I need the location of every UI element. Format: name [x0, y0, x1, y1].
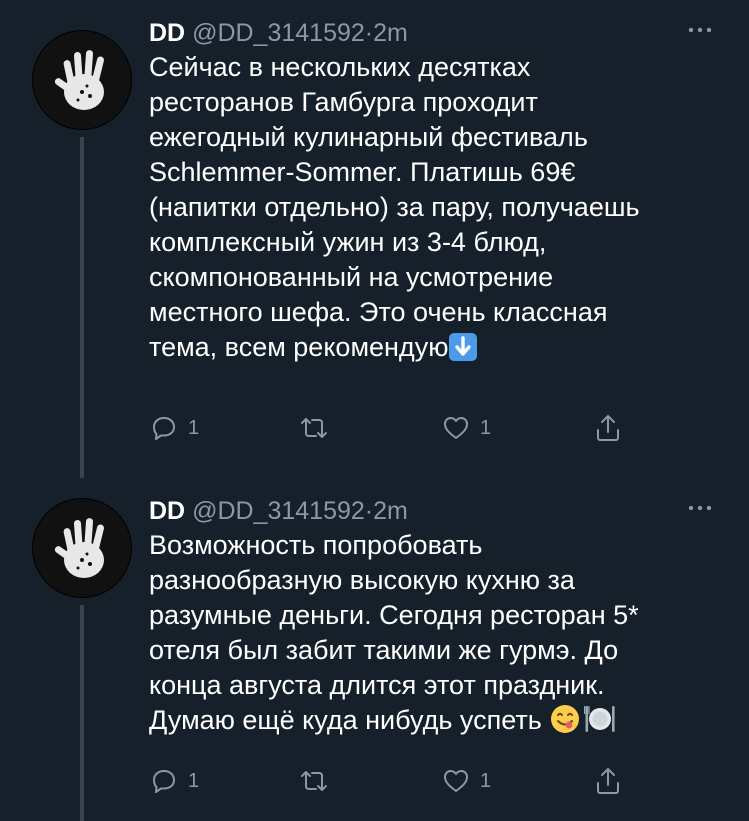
share-button[interactable]	[592, 408, 624, 448]
hand-avatar-image	[33, 31, 131, 129]
share-button[interactable]	[592, 761, 624, 801]
display-name[interactable]: DD	[149, 19, 185, 47]
tweet-text-line-last: Думаю ещё куда нибудь успеть	[149, 703, 719, 744]
timestamp[interactable]: 2m	[373, 19, 408, 47]
display-name[interactable]: DD	[149, 497, 185, 525]
heart-icon	[444, 417, 468, 439]
like-button[interactable]: 1	[440, 408, 491, 448]
tweet-text-line: Сейчас в нескольких десятках	[149, 52, 531, 82]
tweet-text-line-last: тема, всем рекомендую	[149, 330, 719, 371]
more-dots-icon[interactable]	[685, 498, 715, 518]
yum-face-emoji	[549, 703, 581, 744]
avatar[interactable]	[32, 30, 132, 130]
tweet-text-line: (напитки отдельно) за пару, получаешь	[149, 192, 640, 222]
tweet-header: DD @DD_3141592·2m	[149, 496, 408, 526]
tweet[interactable]: DD @DD_3141592·2m Возможность попробоват…	[0, 478, 749, 821]
tweet-text-line: разнообразную высокую кухню за	[149, 565, 575, 595]
hand-avatar-image	[33, 499, 131, 597]
reply-count: 1	[188, 769, 200, 792]
user-handle[interactable]: @DD_3141592	[192, 19, 365, 47]
thread-line	[80, 137, 84, 478]
tweet-text-line: скомпонованный на усмотрение	[149, 262, 554, 292]
tweet-text-line: конца августа длится этот праздник.	[149, 670, 605, 700]
tweet-text-line: ресторанов Гамбурга проходит	[149, 87, 538, 117]
tweet-text-line: Возможность попробовать	[149, 530, 483, 560]
tweet-text-line: ежегодный кулинарный фестиваль	[149, 122, 588, 152]
tweet-text-line: местного шефа. Это очень классная	[149, 297, 608, 327]
reply-icon	[153, 417, 175, 440]
tweet-text-fragment: тема, всем рекомендую	[149, 332, 449, 362]
down-arrow-emoji	[448, 332, 478, 371]
avatar[interactable]	[32, 498, 132, 598]
tweet-text-line: Schlemmer-Sommer. Платишь 69€	[149, 157, 576, 187]
tweet-text-fragment: Думаю ещё куда нибудь успеть	[149, 705, 550, 735]
tweet-text-line: отеля был забит такими же гурмэ. До	[149, 635, 619, 665]
retweet-button[interactable]	[298, 761, 338, 801]
tweet-text: Возможность попробовать разнообразную вы…	[149, 528, 719, 744]
heart-icon	[444, 770, 468, 792]
retweet-icon	[301, 771, 327, 791]
timeline: DD @DD_3141592·2m Сейчас в нескольких де…	[0, 0, 749, 821]
tweet[interactable]: DD @DD_3141592·2m Сейчас в нескольких де…	[0, 0, 749, 478]
share-icon	[597, 415, 619, 441]
tweet-text: Сейчас в нескольких десятках ресторанов …	[149, 50, 719, 371]
separator: ·	[364, 19, 374, 47]
user-handle[interactable]: @DD_3141592	[192, 497, 365, 525]
reply-icon	[153, 770, 175, 793]
plate-cutlery-emoji	[583, 703, 617, 744]
tweet-actions: 1 1	[140, 408, 640, 448]
share-icon	[597, 768, 619, 794]
separator: ·	[364, 497, 374, 525]
tweet-text-line: разумные деньги. Сегодня ресторан 5*	[149, 600, 639, 630]
like-button[interactable]: 1	[440, 761, 491, 801]
retweet-button[interactable]	[298, 408, 338, 448]
like-count: 1	[480, 769, 492, 792]
like-count: 1	[480, 416, 492, 439]
retweet-icon	[301, 418, 327, 438]
tweet-header: DD @DD_3141592·2m	[149, 18, 408, 48]
timestamp[interactable]: 2m	[373, 497, 408, 525]
tweet-actions: 1 1	[140, 761, 640, 801]
thread-line	[80, 605, 84, 821]
reply-button[interactable]: 1	[148, 761, 199, 801]
reply-button[interactable]: 1	[148, 408, 199, 448]
more-dots-icon[interactable]	[685, 20, 715, 40]
tweet-text-line: комплексный ужин из 3-4 блюд,	[149, 227, 547, 257]
reply-count: 1	[188, 416, 200, 439]
